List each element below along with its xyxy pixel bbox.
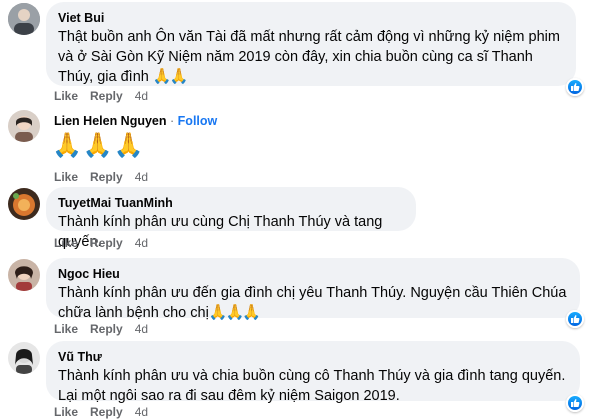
folded-hands-icon: 🙏🙏 bbox=[152, 68, 188, 85]
like-reaction-badge[interactable] bbox=[566, 78, 584, 96]
like-reaction-badge[interactable] bbox=[566, 394, 584, 412]
comment-text: Thành kính phân ưu đến gia đình chị yêu … bbox=[58, 285, 567, 321]
thumbs-up-icon bbox=[571, 315, 580, 323]
like-link[interactable]: Like bbox=[54, 89, 78, 103]
comment-bubble: Viet Bui Thật buồn anh Ôn văn Tài đã mất… bbox=[46, 2, 576, 86]
like-link[interactable]: Like bbox=[54, 170, 78, 184]
comment-bubble: Ngoc Hieu Thành kính phân ưu đến gia đìn… bbox=[46, 258, 580, 321]
avatar[interactable] bbox=[8, 3, 40, 35]
folded-hands-icon: 🙏🙏🙏 bbox=[52, 132, 145, 159]
separator-dot: · bbox=[170, 114, 175, 128]
thumbs-up-icon bbox=[571, 83, 580, 91]
comment-actions: Like Reply 4d bbox=[54, 322, 148, 336]
comment-header: Lien Helen Nguyen · Follow bbox=[54, 113, 217, 129]
comment-actions: Like Reply 4d bbox=[54, 170, 148, 184]
comment-text: Thành kính phân ưu và chia buồn cùng cô … bbox=[58, 368, 566, 404]
reply-link[interactable]: Reply bbox=[90, 322, 123, 336]
follow-button[interactable]: Follow bbox=[178, 114, 218, 128]
reply-link[interactable]: Reply bbox=[90, 89, 123, 103]
avatar-photo-icon bbox=[8, 259, 40, 291]
like-link[interactable]: Like bbox=[54, 236, 78, 250]
timestamp[interactable]: 4d bbox=[135, 89, 148, 103]
timestamp[interactable]: 4d bbox=[135, 322, 148, 336]
thumbs-up-icon bbox=[571, 399, 580, 407]
commenter-name[interactable]: Vũ Thư bbox=[58, 349, 568, 365]
comment-actions: Like Reply 4d bbox=[54, 89, 148, 103]
comment-bubble: TuyetMai TuanMinh Thành kính phân ưu cùn… bbox=[46, 187, 416, 250]
reply-link[interactable]: Reply bbox=[90, 236, 123, 250]
avatar[interactable] bbox=[8, 110, 40, 142]
avatar-photo-icon bbox=[8, 342, 40, 374]
commenter-name[interactable]: Viet Bui bbox=[58, 10, 564, 26]
like-reaction-badge[interactable] bbox=[566, 310, 584, 328]
timestamp[interactable]: 4d bbox=[135, 405, 148, 419]
like-link[interactable]: Like bbox=[54, 405, 78, 419]
like-link[interactable]: Like bbox=[54, 322, 78, 336]
comment-actions: Like Reply 4d bbox=[54, 405, 148, 419]
commenter-name[interactable]: Lien Helen Nguyen bbox=[54, 114, 167, 128]
avatar-photo-icon bbox=[8, 188, 40, 220]
comment-text: Thật buồn anh Ôn văn Tài đã mất nhưng rấ… bbox=[58, 29, 560, 85]
comment-actions: Like Reply 4d bbox=[54, 236, 148, 250]
timestamp[interactable]: 4d bbox=[135, 170, 148, 184]
avatar-photo-icon bbox=[8, 110, 40, 142]
comment-emoji: 🙏🙏🙏 bbox=[52, 131, 145, 161]
avatar-photo-icon bbox=[8, 3, 40, 35]
comment-bubble: Vũ Thư Thành kính phân ưu và chia buồn c… bbox=[46, 341, 580, 404]
avatar[interactable] bbox=[8, 188, 40, 220]
avatar[interactable] bbox=[8, 342, 40, 374]
reply-link[interactable]: Reply bbox=[90, 170, 123, 184]
folded-hands-icon: 🙏🙏🙏 bbox=[208, 304, 261, 321]
reply-link[interactable]: Reply bbox=[90, 405, 123, 419]
avatar[interactable] bbox=[8, 259, 40, 291]
timestamp[interactable]: 4d bbox=[135, 236, 148, 250]
commenter-name[interactable]: Ngoc Hieu bbox=[58, 266, 568, 282]
commenter-name[interactable]: TuyetMai TuanMinh bbox=[58, 195, 404, 211]
